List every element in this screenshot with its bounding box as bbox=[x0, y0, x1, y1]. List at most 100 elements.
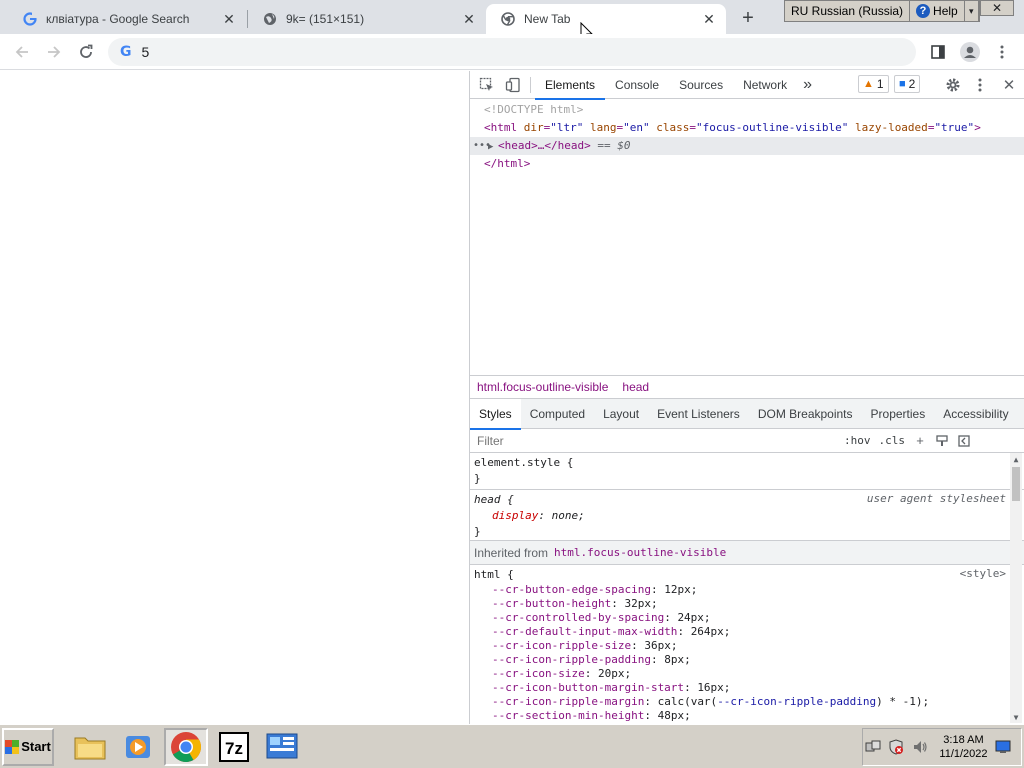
more-tabs-chevron-icon[interactable]: » bbox=[797, 71, 818, 99]
property-value: calc(var( bbox=[657, 695, 718, 708]
settings-button[interactable] bbox=[940, 72, 966, 98]
doctype-text: <!DOCTYPE html> bbox=[484, 103, 584, 116]
close-icon[interactable]: ✕ bbox=[700, 10, 718, 28]
tab-computed[interactable]: Computed bbox=[521, 399, 594, 429]
tree-node-head[interactable]: ••• ▶ <head>…</head> == $0 bbox=[470, 137, 1024, 155]
more-options-icon[interactable]: ••• bbox=[473, 137, 491, 155]
language-bar-options-icon[interactable]: ▾ bbox=[965, 1, 979, 21]
address-bar[interactable]: G 5 bbox=[108, 38, 916, 66]
cls-toggle[interactable]: .cls bbox=[875, 434, 910, 447]
property-name: --cr-section-min-height bbox=[492, 709, 645, 722]
property-separator: : bbox=[650, 653, 665, 666]
property-name: --cr-controlled-by-spacing bbox=[492, 611, 665, 624]
window-close-button[interactable]: ✕ bbox=[980, 0, 1014, 16]
property-row[interactable]: --cr-button-edge-spacing: 12px; bbox=[474, 583, 1006, 597]
tab-new-tab[interactable]: New Tab ✕ bbox=[486, 4, 726, 34]
paint-brush-icon[interactable] bbox=[931, 430, 953, 452]
property-row[interactable]: --cr-icon-size: 20px; bbox=[474, 667, 1006, 681]
property-separator: : bbox=[631, 639, 645, 652]
tab-styles[interactable]: Styles bbox=[470, 398, 521, 430]
inherited-selector[interactable]: html.focus-outline-visible bbox=[554, 546, 726, 559]
warning-icon: ▲ bbox=[863, 78, 874, 90]
hov-toggle[interactable]: :hov bbox=[840, 434, 875, 447]
tree-node-html[interactable]: <html dir="ltr" lang="en" class="focus-o… bbox=[470, 119, 1024, 137]
media-player-launcher[interactable] bbox=[116, 728, 160, 766]
gear-icon bbox=[946, 78, 960, 92]
devtools-menu-button[interactable] bbox=[967, 72, 993, 98]
clock[interactable]: 3:18 AM 11/1/2022 bbox=[939, 733, 987, 761]
property-row[interactable]: --cr-icon-button-margin-start: 16px; bbox=[474, 681, 1006, 695]
inherited-label: Inherited from bbox=[474, 545, 549, 560]
control-panel-launcher[interactable] bbox=[260, 728, 304, 766]
tag-name: </html> bbox=[484, 157, 531, 170]
chrome-taskbar-button[interactable] bbox=[164, 727, 208, 766]
messages-badge[interactable]: ■ 2 bbox=[894, 75, 921, 93]
property-row[interactable]: --cr-controlled-by-spacing: 24px; bbox=[474, 611, 1006, 625]
tree-node-doctype[interactable]: <!DOCTYPE html> bbox=[470, 101, 1024, 119]
breadcrumb-item[interactable]: html.focus-outline-visible bbox=[477, 380, 608, 394]
property-name: --cr-icon-ripple-size bbox=[492, 639, 632, 652]
warnings-badge[interactable]: ▲ 1 bbox=[858, 75, 889, 93]
volume-icon[interactable] bbox=[910, 737, 929, 757]
tab-google-search[interactable]: клвіатура - Google Search ✕ bbox=[8, 4, 246, 34]
show-desktop-icon[interactable] bbox=[994, 737, 1013, 757]
property-separator: : bbox=[584, 667, 598, 680]
inspect-element-button[interactable] bbox=[474, 72, 500, 98]
device-toolbar-button[interactable] bbox=[500, 72, 526, 98]
scroll-up-icon[interactable]: ▲ bbox=[1010, 453, 1022, 465]
tab-layout[interactable]: Layout bbox=[594, 399, 648, 429]
property-row[interactable]: --cr-icon-ripple-margin: calc(var(--cr-i… bbox=[474, 695, 1006, 709]
tab-console[interactable]: Console bbox=[605, 71, 669, 99]
property-value: 48px; bbox=[657, 709, 691, 722]
var-reference[interactable]: --cr-icon-ripple-padding bbox=[717, 695, 876, 708]
help-button[interactable]: ? Help bbox=[910, 1, 965, 21]
styles-scrollbar[interactable]: ▲ ▼ bbox=[1010, 453, 1022, 723]
attr-name: lang bbox=[590, 121, 617, 134]
tab-dom-breakpoints[interactable]: DOM Breakpoints bbox=[749, 399, 862, 429]
toggle-sidebar-icon[interactable] bbox=[953, 430, 975, 452]
network-icon[interactable] bbox=[863, 737, 882, 757]
tree-node-html-close[interactable]: </html> bbox=[470, 155, 1024, 173]
forward-button[interactable] bbox=[40, 38, 68, 66]
back-button[interactable] bbox=[8, 38, 36, 66]
tab-network[interactable]: Network bbox=[733, 71, 797, 99]
filter-input[interactable] bbox=[470, 429, 840, 452]
browser-menu-button[interactable] bbox=[988, 38, 1016, 66]
close-icon[interactable]: ✕ bbox=[220, 10, 238, 28]
close-devtools-button[interactable]: ✕ bbox=[996, 72, 1022, 98]
omnibox-engine-letter: G bbox=[120, 44, 132, 60]
breadcrumb-item[interactable]: head bbox=[622, 380, 649, 394]
property-row[interactable]: --cr-button-height: 32px; bbox=[474, 597, 1006, 611]
property-value: 16px; bbox=[697, 681, 731, 694]
property-row[interactable]: --cr-icon-ripple-size: 36px; bbox=[474, 639, 1006, 653]
tab-elements[interactable]: Elements bbox=[535, 71, 606, 100]
new-tab-button[interactable]: + bbox=[736, 6, 760, 30]
scrollbar-thumb[interactable] bbox=[1012, 467, 1020, 501]
style-rule-head[interactable]: head { user agent stylesheet display: no… bbox=[470, 490, 1024, 541]
language-indicator[interactable]: RU Russian (Russia) bbox=[785, 1, 911, 21]
tab-sources[interactable]: Sources bbox=[669, 71, 733, 99]
reload-button[interactable] bbox=[72, 38, 100, 66]
profile-button[interactable] bbox=[956, 38, 984, 66]
tab-properties[interactable]: Properties bbox=[862, 399, 935, 429]
close-icon[interactable]: ✕ bbox=[460, 10, 478, 28]
property-separator: : bbox=[650, 583, 665, 596]
style-rule-html[interactable]: html { <style> --cr-button-edge-spacing:… bbox=[470, 565, 1024, 723]
tab-accessibility[interactable]: Accessibility bbox=[934, 399, 1017, 429]
style-rule-element[interactable]: element.style { } bbox=[470, 453, 1024, 490]
start-button[interactable]: Start bbox=[2, 727, 54, 766]
scroll-down-icon[interactable]: ▼ bbox=[1010, 711, 1022, 723]
explorer-launcher[interactable] bbox=[68, 728, 112, 766]
side-panel-button[interactable] bbox=[924, 38, 952, 66]
security-alert-icon[interactable] bbox=[886, 737, 905, 757]
tab-image[interactable]: 9k= (151×151) ✕ bbox=[248, 4, 486, 34]
kebab-menu-icon bbox=[1000, 45, 1004, 59]
tab-event-listeners[interactable]: Event Listeners bbox=[648, 399, 749, 429]
rule-origin[interactable]: <style> bbox=[960, 567, 1006, 580]
property-row[interactable]: --cr-icon-ripple-padding: 8px; bbox=[474, 653, 1006, 667]
7zip-launcher[interactable]: 7z bbox=[212, 728, 256, 766]
plus-icon[interactable]: + bbox=[909, 430, 931, 452]
property-row[interactable]: --cr-default-input-max-width: 264px; bbox=[474, 625, 1006, 639]
property-value: 264px; bbox=[690, 625, 731, 638]
property-row[interactable]: --cr-section-min-height: 48px; bbox=[474, 709, 1006, 723]
